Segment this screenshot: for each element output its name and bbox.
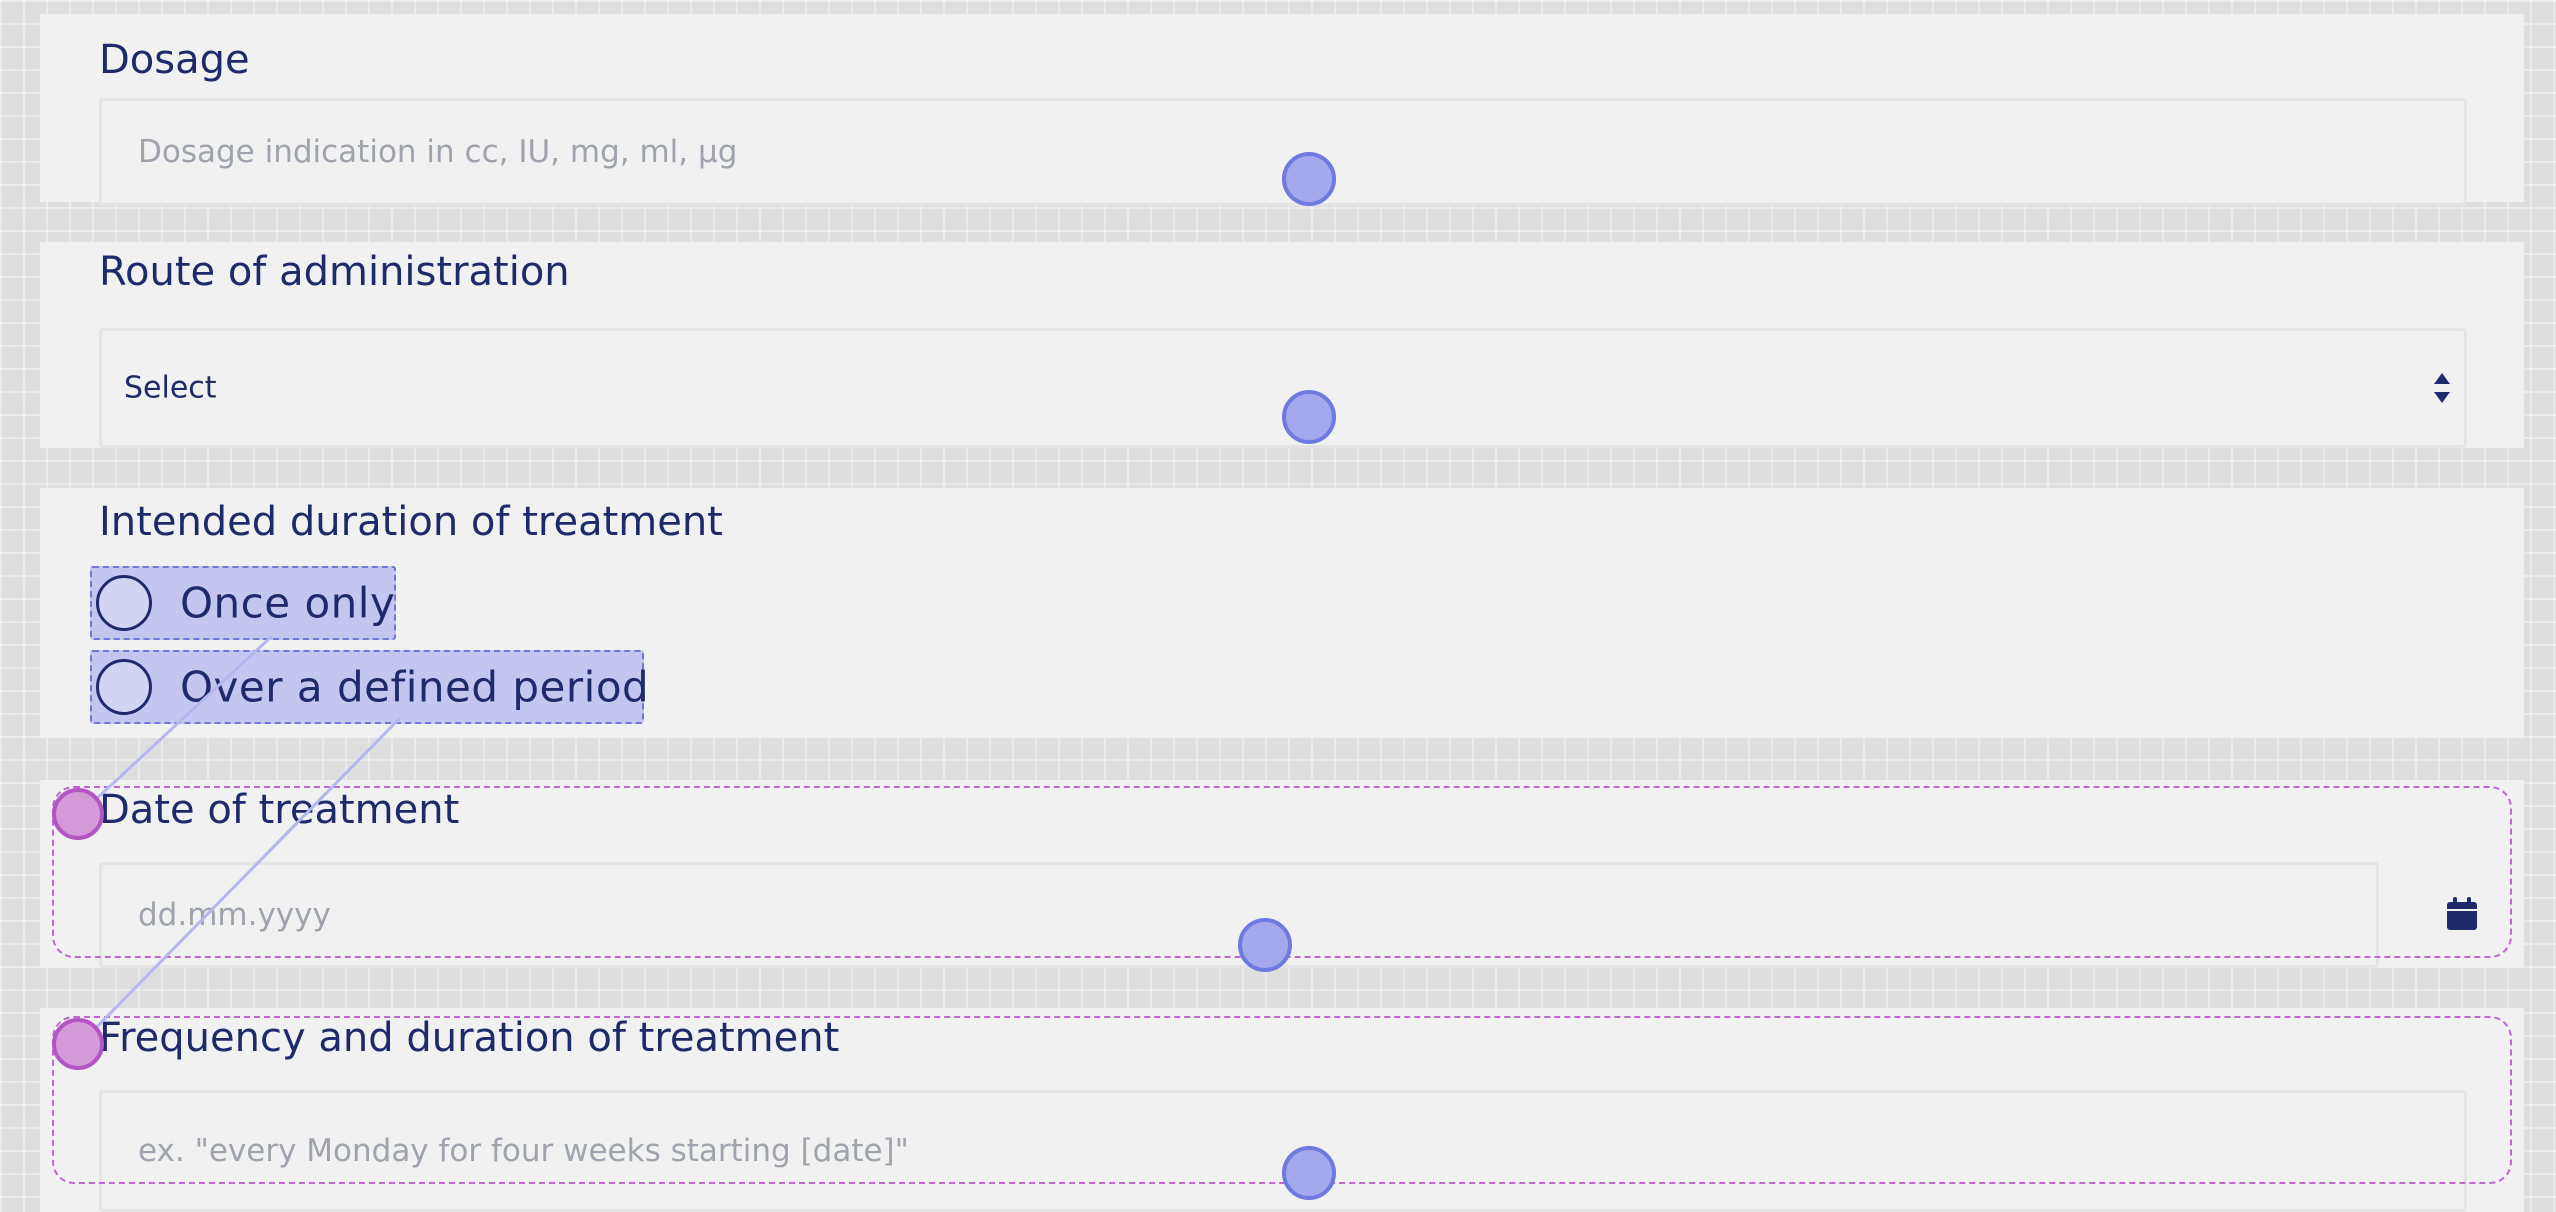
- radio-once-only[interactable]: Once only: [90, 566, 396, 640]
- logic-handle-date[interactable]: [52, 788, 104, 840]
- dosage-input[interactable]: Dosage indication in cc, IU, mg, ml, µg: [99, 98, 2467, 206]
- radio-circle-icon: [96, 659, 152, 715]
- select-arrows-icon: [2434, 373, 2450, 403]
- radio-defined-period-label: Over a defined period: [180, 662, 650, 712]
- dosage-label: Dosage: [99, 37, 250, 83]
- radio-circle-icon: [96, 575, 152, 631]
- duration-label: Intended duration of treatment: [99, 499, 723, 545]
- drag-handle-date[interactable]: [1238, 918, 1292, 972]
- logic-handle-frequency[interactable]: [52, 1018, 104, 1070]
- radio-defined-period[interactable]: Over a defined period: [90, 650, 649, 724]
- frequency-logic-outline: [52, 1016, 2512, 1184]
- route-label: Route of administration: [99, 249, 570, 295]
- drag-handle-dosage[interactable]: [1282, 152, 1336, 206]
- drag-handle-frequency[interactable]: [1282, 1146, 1336, 1200]
- radio-once-only-label: Once only: [180, 578, 396, 628]
- route-select-value: Select: [124, 370, 217, 406]
- drag-handle-route[interactable]: [1282, 390, 1336, 444]
- route-select[interactable]: Select: [99, 328, 2467, 448]
- dosage-placeholder: Dosage indication in cc, IU, mg, ml, µg: [138, 134, 738, 170]
